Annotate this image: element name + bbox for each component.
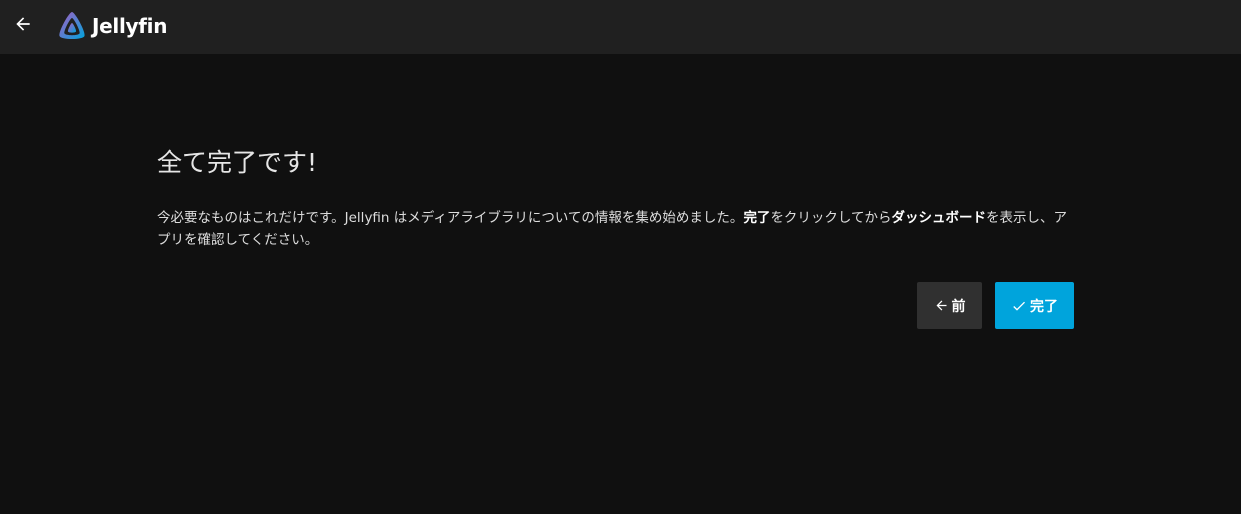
desc-text-2: をクリックしてから [770,210,892,226]
previous-button[interactable]: 前 [917,282,982,329]
logo-text: Jellyfin [92,14,168,38]
previous-button-label: 前 [951,298,966,315]
back-button[interactable] [10,11,36,37]
finish-description: 今必要なものはこれだけです。Jellyfin はメディアライブラリについての情報… [157,207,1074,251]
desc-bold-dashboard: ダッシュボード [891,210,987,226]
finish-button-label: 完了 [1030,298,1058,315]
check-icon [1013,301,1025,311]
jellyfin-logo[interactable]: Jellyfin [56,10,167,42]
finish-button[interactable]: 完了 [995,282,1074,329]
app-header: Jellyfin [0,0,1241,54]
desc-text-1: 今必要なものはこれだけです。Jellyfin はメディアライブラリについての情報… [157,210,744,226]
page-title: 全て完了です! [157,148,318,177]
arrow-left-icon [936,300,946,311]
jellyfin-logo-icon [59,12,85,39]
arrow-left-icon [16,17,30,31]
desc-bold-finish: 完了 [743,210,771,226]
